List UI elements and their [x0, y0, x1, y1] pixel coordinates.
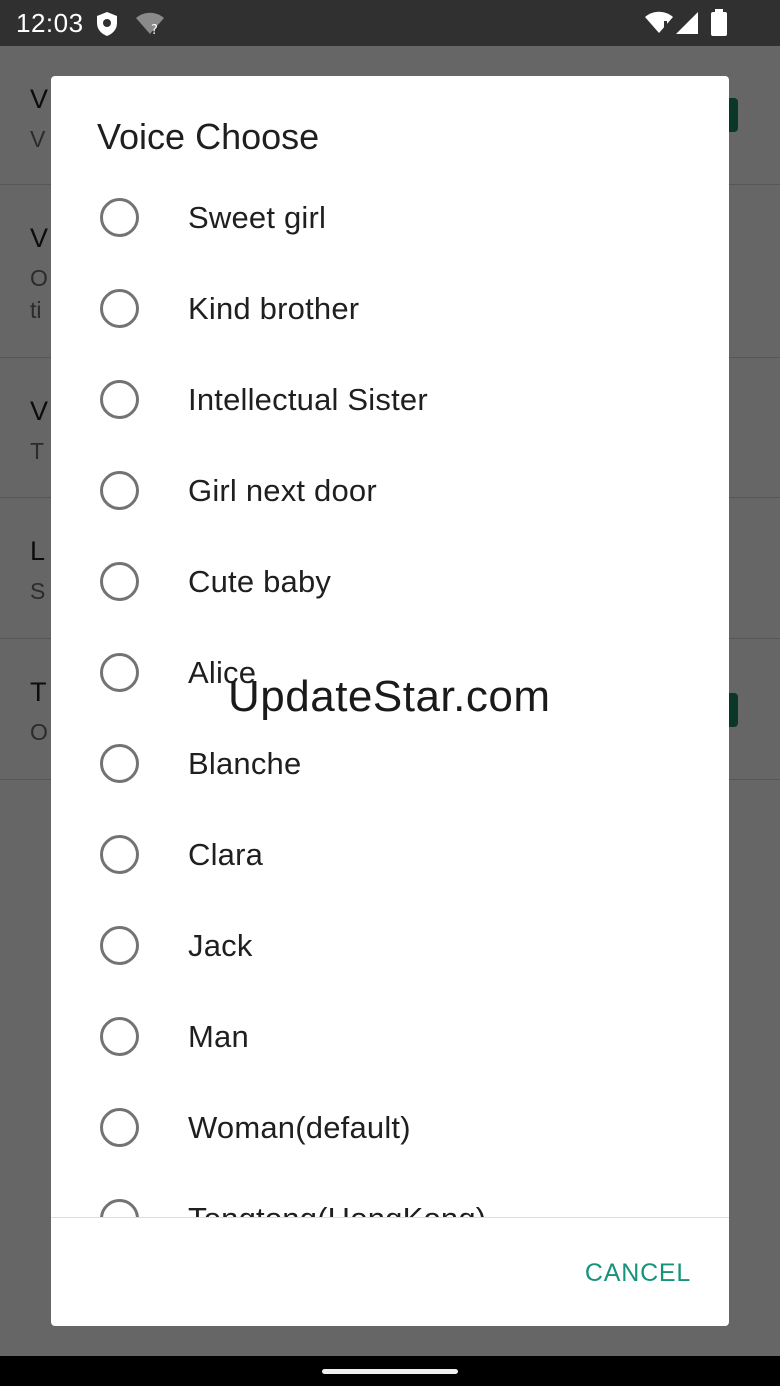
- svg-text:?: ?: [151, 23, 158, 36]
- cancel-button[interactable]: CANCEL: [563, 1248, 713, 1298]
- radio-unchecked-icon[interactable]: [100, 926, 139, 965]
- wifi-question-icon: ?: [136, 12, 164, 36]
- voice-option[interactable]: Girl next door: [51, 445, 729, 536]
- status-bar: 12:03 ?: [0, 0, 780, 46]
- radio-unchecked-icon[interactable]: [100, 1017, 139, 1056]
- dialog-divider: [51, 1217, 729, 1218]
- voice-option[interactable]: Blanche: [51, 718, 729, 809]
- battery-icon: [711, 9, 727, 36]
- voice-option-label: Kind brother: [188, 291, 360, 326]
- home-gesture-handle[interactable]: [322, 1369, 458, 1374]
- voice-option[interactable]: Tongtong(HongKong): [51, 1173, 729, 1217]
- voice-option-label: Intellectual Sister: [188, 382, 428, 417]
- radio-unchecked-icon[interactable]: [100, 380, 139, 419]
- radio-unchecked-icon[interactable]: [100, 198, 139, 237]
- voice-option-label: Sweet girl: [188, 200, 327, 235]
- radio-unchecked-icon[interactable]: [100, 1108, 139, 1147]
- watermark-text: UpdateStar.com: [228, 672, 551, 721]
- voice-option-label: Tongtong(HongKong): [188, 1201, 486, 1217]
- voice-option-label: Girl next door: [188, 473, 377, 508]
- navigation-bar: [0, 1356, 780, 1386]
- voice-option[interactable]: Clara: [51, 809, 729, 900]
- radio-unchecked-icon[interactable]: [100, 744, 139, 783]
- voice-option-label: Man: [188, 1019, 249, 1054]
- voice-option[interactable]: Cute baby: [51, 536, 729, 627]
- radio-unchecked-icon[interactable]: [100, 289, 139, 328]
- voice-option-label: Woman(default): [188, 1110, 411, 1145]
- radio-unchecked-icon[interactable]: [100, 653, 139, 692]
- voice-option[interactable]: Jack: [51, 900, 729, 991]
- voice-option[interactable]: Woman(default): [51, 1082, 729, 1173]
- signal-icon: [676, 12, 698, 34]
- voice-option[interactable]: Intellectual Sister: [51, 354, 729, 445]
- shield-icon: [97, 12, 117, 36]
- voice-option[interactable]: Kind brother: [51, 263, 729, 354]
- dialog-title: Voice Choose: [97, 116, 320, 157]
- voice-option-label: Blanche: [188, 746, 302, 781]
- radio-unchecked-icon[interactable]: [100, 562, 139, 601]
- voice-option[interactable]: Man: [51, 991, 729, 1082]
- voice-option-label: Clara: [188, 837, 264, 872]
- radio-unchecked-icon[interactable]: [100, 1199, 139, 1217]
- status-time: 12:03: [16, 8, 84, 38]
- wifi-icon: [645, 11, 673, 33]
- voice-option[interactable]: Sweet girl: [51, 172, 729, 263]
- voice-option-label: Jack: [188, 928, 253, 963]
- voice-option-label: Cute baby: [188, 564, 332, 599]
- radio-unchecked-icon[interactable]: [100, 471, 139, 510]
- radio-unchecked-icon[interactable]: [100, 835, 139, 874]
